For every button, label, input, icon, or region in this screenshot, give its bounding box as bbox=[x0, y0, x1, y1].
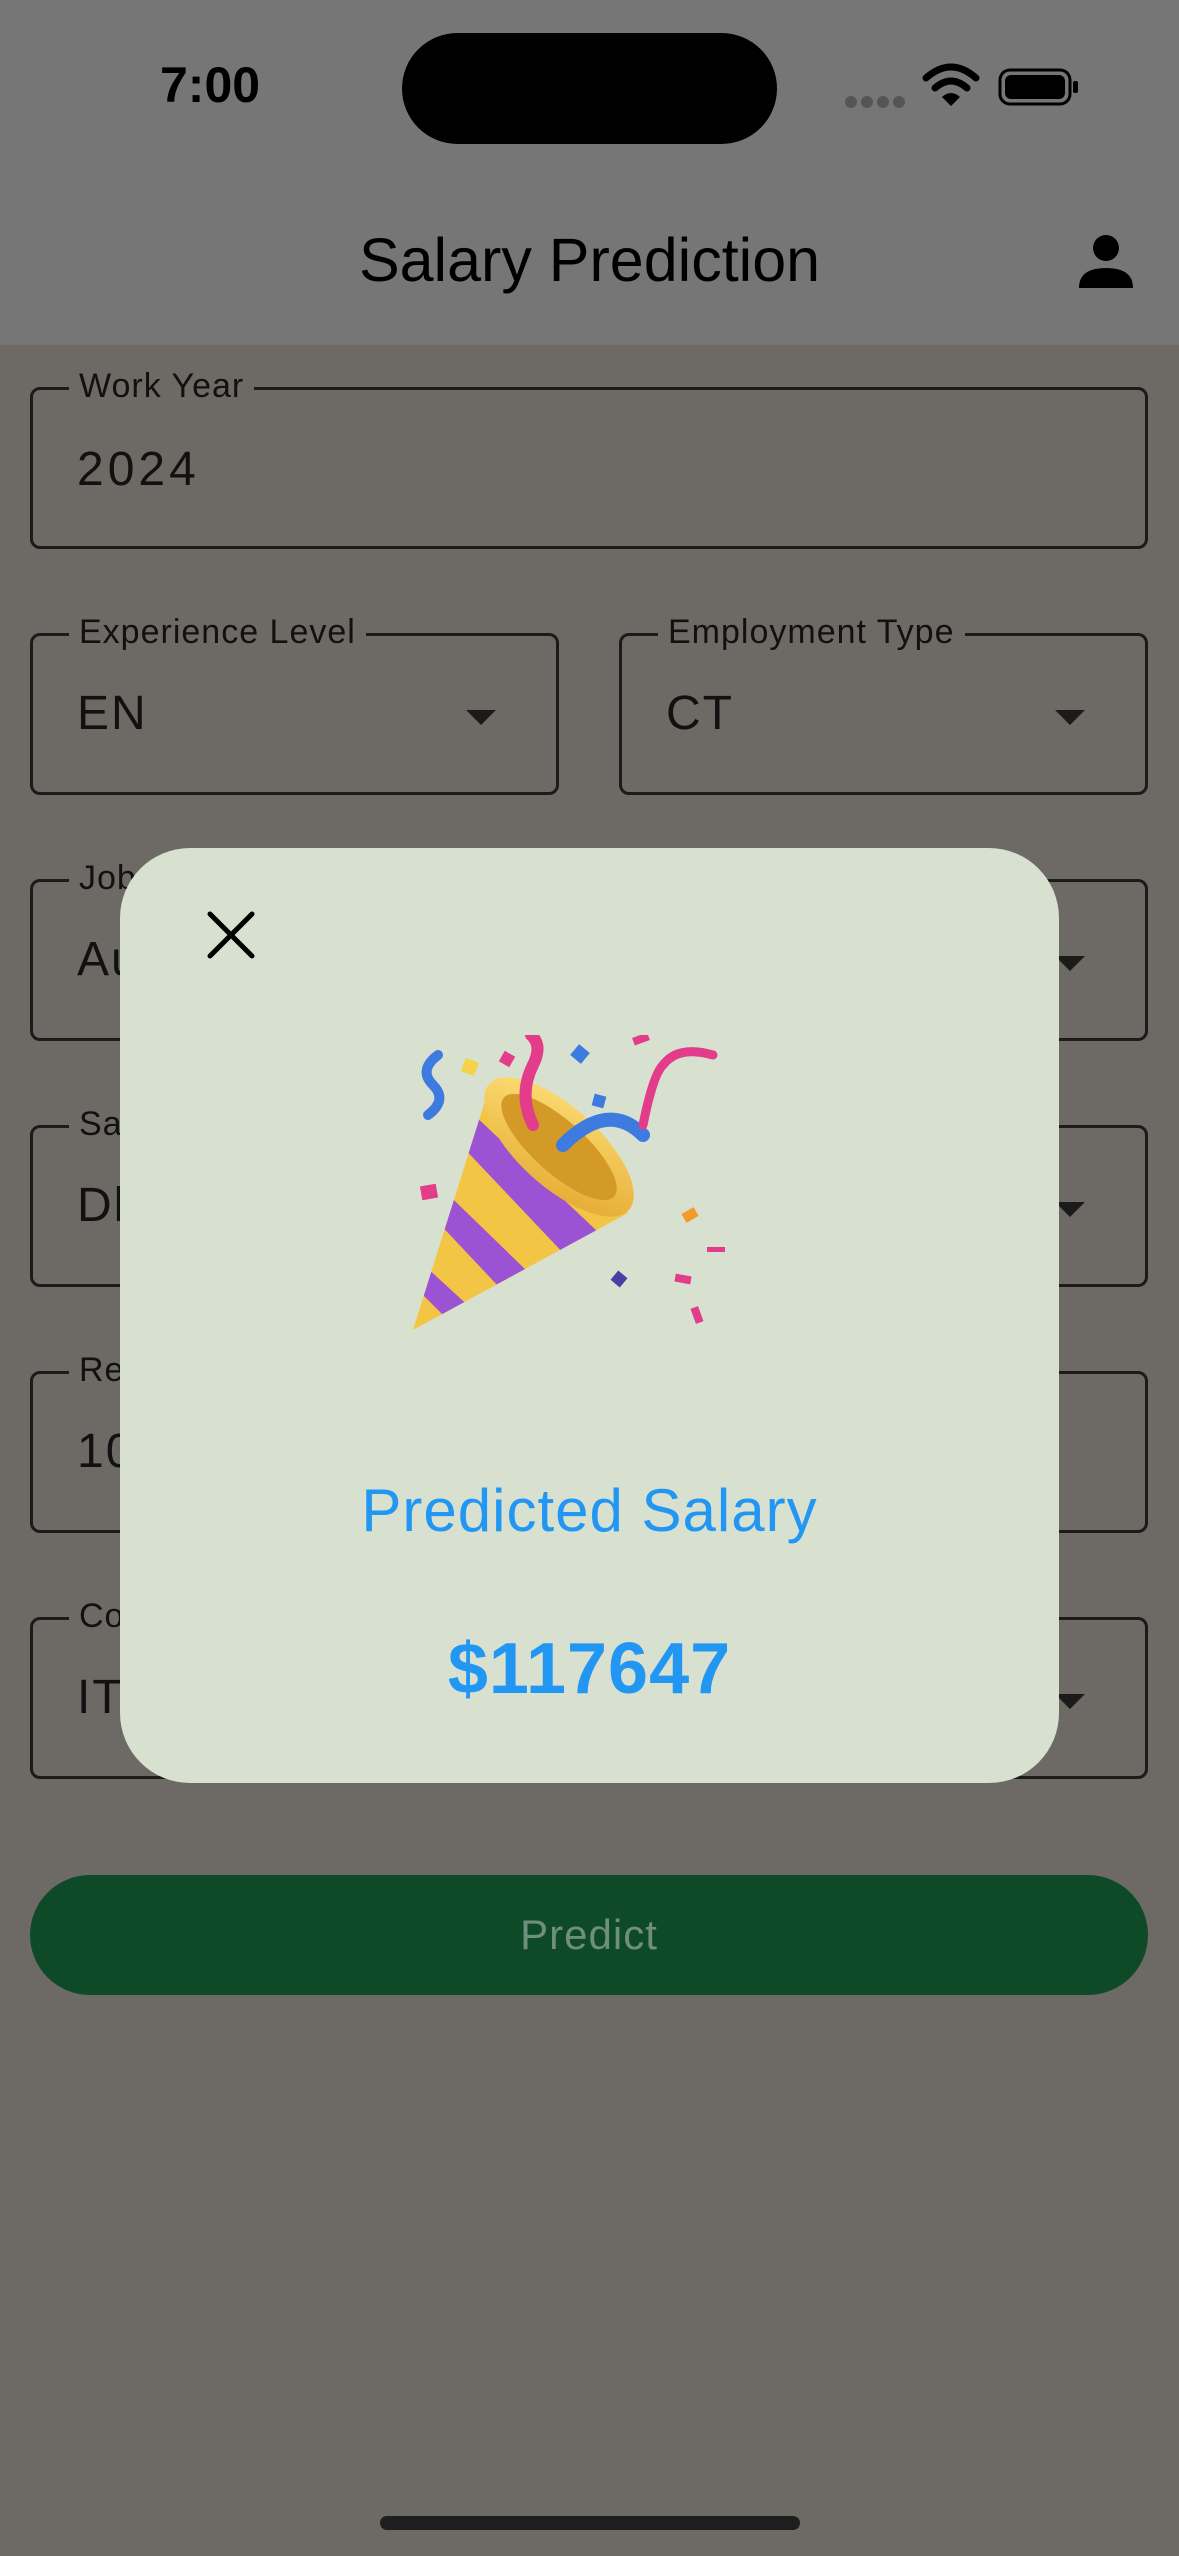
employment-type-label: Employment Type bbox=[658, 612, 965, 652]
wifi-icon bbox=[922, 63, 980, 106]
home-indicator[interactable] bbox=[380, 2516, 800, 2530]
chevron-down-icon bbox=[1055, 1694, 1085, 1709]
close-icon[interactable] bbox=[196, 900, 266, 970]
person-icon[interactable] bbox=[1077, 232, 1135, 290]
experience-level-label: Experience Level bbox=[69, 612, 366, 652]
predicted-salary-value: $117647 bbox=[447, 1629, 732, 1709]
work-year-value: 2024 bbox=[77, 443, 200, 496]
salary-currency-value: Dl bbox=[77, 1179, 127, 1232]
dynamic-island bbox=[402, 33, 777, 144]
cellular-signal-icon bbox=[845, 95, 909, 113]
status-time: 7:00 bbox=[160, 57, 261, 113]
chevron-down-icon bbox=[1055, 710, 1085, 725]
experience-level-select[interactable]: Experience Level EN bbox=[30, 612, 559, 795]
employment-type-select[interactable]: Employment Type CT bbox=[619, 612, 1148, 795]
experience-level-value: EN bbox=[77, 687, 148, 740]
party-popper-icon bbox=[413, 1035, 725, 1330]
employment-type-value: CT bbox=[666, 687, 734, 740]
chevron-down-icon bbox=[466, 710, 496, 725]
predict-button[interactable]: Predict bbox=[30, 1875, 1148, 1995]
app-bar: Salary Prediction bbox=[0, 175, 1179, 345]
company-location-value: IT bbox=[77, 1671, 124, 1724]
prediction-result-dialog: Predicted Salary $117647 bbox=[120, 848, 1059, 1783]
chevron-down-icon bbox=[1055, 1202, 1085, 1217]
work-year-field[interactable]: Work Year 2024 bbox=[30, 366, 1148, 549]
chevron-down-icon bbox=[1055, 956, 1085, 971]
status-bar: 7:00 bbox=[0, 0, 1179, 175]
page-title: Salary Prediction bbox=[358, 226, 821, 294]
predicted-salary-title: Predicted Salary bbox=[361, 1477, 818, 1544]
work-year-label: Work Year bbox=[69, 366, 255, 406]
battery-icon bbox=[998, 68, 1078, 106]
